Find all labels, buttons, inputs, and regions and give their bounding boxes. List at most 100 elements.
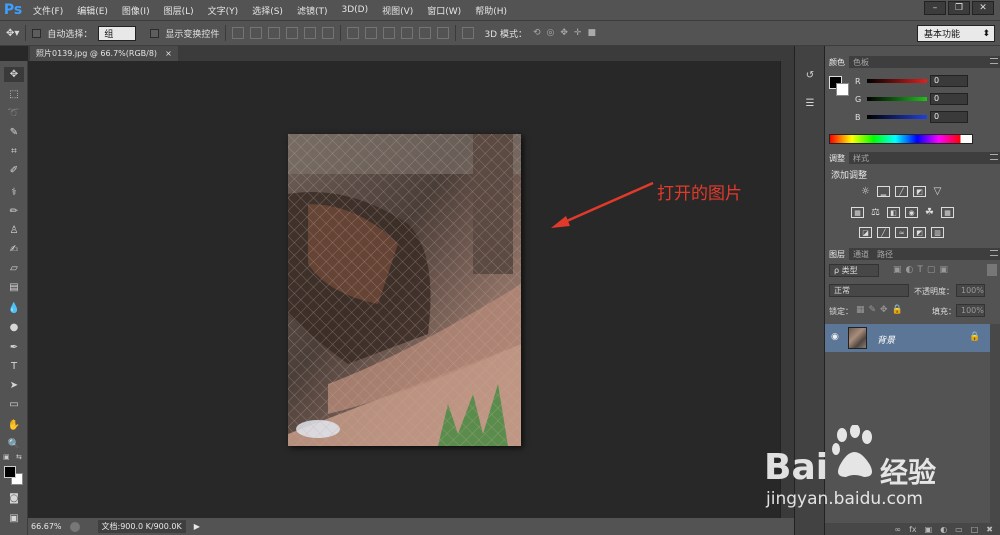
auto-select-dropdown[interactable]: 组 [98,25,137,41]
menu-edit[interactable]: 编辑(E) [70,4,115,17]
align-hcenter-icon[interactable] [304,27,317,39]
workspace-dropdown[interactable]: 基本功能 ⬍ [917,25,995,42]
restore-icon[interactable]: ❐ [948,1,970,15]
minimize-icon[interactable]: – [924,1,946,15]
default-colors-icon[interactable]: ▣ [3,453,10,461]
3d-scale-icon[interactable]: ■ [587,28,596,38]
align-bottom-icon[interactable] [268,27,281,39]
channel-g-value[interactable]: 0 [930,93,968,105]
distribute-right-icon[interactable] [437,27,450,39]
3d-drag-icon[interactable]: ✥ [560,28,568,38]
color-balance-icon[interactable]: ⚖ [869,207,882,218]
history-panel-icon[interactable]: ↺ [801,66,819,84]
vibrance-icon[interactable]: ▽ [931,186,944,197]
3d-rotate-icon[interactable]: ⟲ [533,28,541,38]
new-group-icon[interactable]: ▭ [955,525,963,534]
distribute-top-icon[interactable] [347,27,360,39]
dodge-tool-icon[interactable]: ● [4,320,24,335]
tab-paths[interactable]: 路径 [873,248,897,260]
3d-slide-icon[interactable]: ✛ [574,28,582,38]
lock-icons[interactable]: ▦✎✥🔒 [856,305,907,315]
quick-select-tool-icon[interactable]: ✎ [4,125,24,140]
menu-window[interactable]: 窗口(W) [420,4,468,17]
layer-name[interactable]: 背景 [877,333,895,346]
pen-tool-icon[interactable]: ✒ [4,340,24,355]
tab-channels[interactable]: 通道 [849,248,873,260]
menu-help[interactable]: 帮助(H) [468,4,514,17]
tab-adjustments[interactable]: 调整 [825,152,849,164]
align-right-icon[interactable] [322,27,335,39]
layer-filter-dropdown[interactable]: ρ 类型 [829,264,879,277]
channel-b-slider[interactable] [867,115,927,119]
zoom-tool-icon[interactable]: 🔍 [4,437,24,452]
move-tool-icon[interactable]: ✥ [4,67,24,82]
channel-g-slider[interactable] [867,97,927,101]
crop-tool-icon[interactable]: ⌗ [4,144,24,159]
auto-select-checkbox[interactable] [32,28,42,38]
document-tab[interactable]: 照片0139.jpg @ 66.7%(RGB/8) × [30,46,178,61]
lasso-tool-icon[interactable]: ➰ [4,106,24,121]
channel-mixer-icon[interactable]: ☘ [923,207,936,218]
distribute-vcenter-icon[interactable] [365,27,378,39]
hue-saturation-icon[interactable]: ▦ [851,207,864,218]
type-tool-icon[interactable]: T [4,359,24,374]
hand-tool-icon[interactable]: ✋ [4,418,24,433]
panel-menu-icon[interactable] [990,250,998,256]
filter-toggle-icon[interactable] [987,264,997,276]
levels-icon[interactable]: ▁ [877,186,890,197]
fx-icon[interactable]: fx [909,525,917,534]
new-layer-icon[interactable]: □ [971,525,979,534]
path-select-tool-icon[interactable]: ➤ [4,378,24,393]
brightness-icon[interactable]: ☼ [859,186,872,197]
menu-view[interactable]: 视图(V) [375,4,420,17]
distribute-left-icon[interactable] [401,27,414,39]
tab-swatches[interactable]: 色板 [849,56,873,68]
brush-tool-icon[interactable]: ✏ [4,204,24,219]
distribute-bottom-icon[interactable] [383,27,396,39]
posterize-icon[interactable]: ╱ [877,227,890,238]
healing-brush-tool-icon[interactable]: ⚕ [4,185,24,200]
marquee-tool-icon[interactable]: ⬚ [4,87,24,102]
move-tool-icon[interactable]: ✥▾ [6,28,19,39]
exposure-icon[interactable]: ◩ [913,186,926,197]
link-layers-icon[interactable]: ∞ [894,525,901,534]
layer-filter-icons[interactable]: ▣◐T▢▣ [893,265,952,275]
shape-tool-icon[interactable]: ▭ [4,397,24,412]
add-mask-icon[interactable]: ▣ [925,525,933,534]
menu-3d[interactable]: 3D(D) [334,5,375,15]
menu-image[interactable]: 图像(I) [115,4,157,17]
channel-r-value[interactable]: 0 [930,75,968,87]
eraser-tool-icon[interactable]: ▱ [4,261,24,276]
eyedropper-tool-icon[interactable]: ✐ [4,163,24,178]
gradient-map-icon[interactable]: ▥ [931,227,944,238]
panel-menu-icon[interactable] [990,154,998,160]
status-info-icon[interactable] [69,521,80,532]
align-top-icon[interactable] [232,27,245,39]
menu-file[interactable]: 文件(F) [26,4,70,17]
status-menu-icon[interactable]: ▶ [194,522,200,531]
channel-r-slider[interactable] [867,79,927,83]
menu-type[interactable]: 文字(Y) [201,4,246,17]
zoom-level[interactable]: 66.67% [31,522,62,531]
blur-tool-icon[interactable]: 💧 [4,301,24,316]
canvas-area[interactable] [28,61,780,518]
swap-colors-icon[interactable]: ⇆ [16,453,22,461]
black-white-icon[interactable]: ◧ [887,207,900,218]
layers-scrollbar[interactable] [990,324,1000,524]
3d-roll-icon[interactable]: ◎ [547,28,555,38]
align-vcenter-icon[interactable] [250,27,263,39]
auto-align-icon[interactable] [462,27,475,39]
color-spectrum[interactable] [829,134,973,144]
close-tab-icon[interactable]: × [165,49,172,58]
tab-styles[interactable]: 样式 [849,152,873,164]
curves-icon[interactable]: ╱ [895,186,908,197]
channel-b-value[interactable]: 0 [930,111,968,123]
foreground-color-swatch[interactable] [4,466,16,478]
close-icon[interactable]: ✕ [972,1,994,15]
distribute-hcenter-icon[interactable] [419,27,432,39]
delete-layer-icon[interactable]: ✖ [986,525,993,534]
align-left-icon[interactable] [286,27,299,39]
show-transform-checkbox[interactable] [150,28,160,38]
blend-mode-dropdown[interactable]: 正常 [829,284,909,297]
photo-filter-icon[interactable]: ◉ [905,207,918,218]
